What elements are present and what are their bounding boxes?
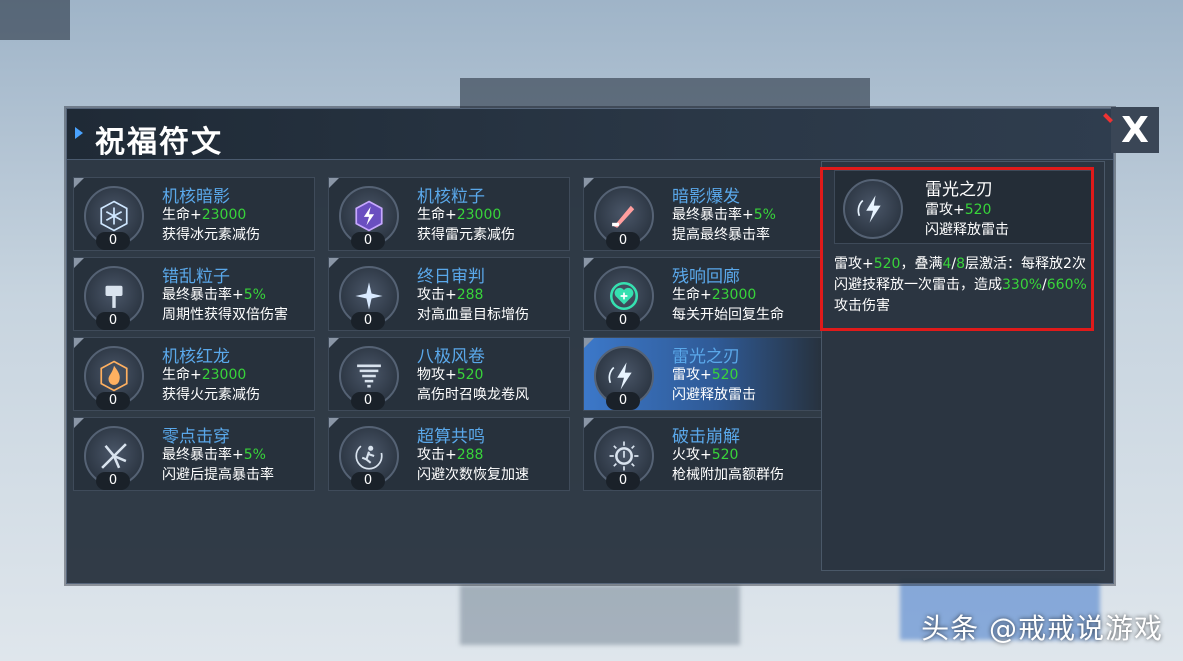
rune-stat-value: 520 bbox=[711, 367, 739, 383]
rune-card[interactable]: 0 零点击穿 最终暴击率+5% 闪避后提高暴击率 bbox=[73, 417, 315, 491]
card-corner-mark bbox=[584, 338, 594, 348]
rune-effect: 周期性获得双倍伤害 bbox=[162, 307, 288, 323]
rune-stat-line: 最终暴击率+5% bbox=[672, 204, 776, 224]
rune-effect: 闪避次数恢复加速 bbox=[417, 467, 529, 483]
card-corner-mark bbox=[74, 338, 84, 348]
rune-stat-label: 最终暴击率+ bbox=[162, 447, 244, 463]
rune-card[interactable]: 0 雷光之刃 雷攻+520 闪避释放雷击 bbox=[583, 337, 825, 411]
card-corner-mark bbox=[74, 178, 84, 188]
rune-stat-line: 最终暴击率+5% bbox=[162, 444, 266, 464]
rune-stat-line: 攻击+288 bbox=[417, 284, 483, 304]
rune-card[interactable]: 0 八极风卷 物攻+520 高伤时召唤龙卷风 bbox=[328, 337, 570, 411]
rune-card[interactable]: 0 终日审判 攻击+288 对高血量目标增伤 bbox=[328, 257, 570, 331]
panel-title-bar: 祝福符文 bbox=[67, 109, 1113, 160]
rune-stat-value: 23000 bbox=[456, 207, 502, 223]
rune-stat-line: 生命+23000 bbox=[417, 204, 501, 224]
card-corner-mark bbox=[584, 178, 594, 188]
rune-stat-value: 23000 bbox=[201, 367, 247, 383]
rune-stat-line: 最终暴击率+5% bbox=[162, 284, 266, 304]
rune-card[interactable]: 0 机核粒子 生命+23000 获得雷元素减伤 bbox=[328, 177, 570, 251]
rune-stat-label: 生命+ bbox=[672, 287, 712, 303]
rune-stat-label: 物攻+ bbox=[417, 367, 457, 383]
rune-stat-label: 生命+ bbox=[162, 207, 202, 223]
panel-title: 祝福符文 bbox=[95, 125, 223, 160]
rune-stat-label: 生命+ bbox=[162, 367, 202, 383]
rune-count: 0 bbox=[96, 472, 130, 490]
rune-card[interactable]: 0 机核红龙 生命+23000 获得火元素减伤 bbox=[73, 337, 315, 411]
rune-effect: 枪械附加高额群伤 bbox=[672, 467, 784, 483]
rune-stat-line: 生命+23000 bbox=[162, 364, 246, 384]
card-corner-mark bbox=[329, 178, 339, 188]
rune-stat-value: 288 bbox=[456, 287, 484, 303]
rune-count: 0 bbox=[96, 392, 130, 410]
rune-stat-value: 5 bbox=[243, 447, 253, 463]
rune-effect: 高伤时召唤龙卷风 bbox=[417, 387, 529, 403]
rune-stat-label: 生命+ bbox=[417, 207, 457, 223]
card-corner-mark bbox=[74, 258, 84, 268]
rune-stat-value: 23000 bbox=[711, 287, 757, 303]
rune-stat-value: 23000 bbox=[201, 207, 247, 223]
rune-count: 0 bbox=[351, 312, 385, 330]
rune-stat-label: 最终暴击率+ bbox=[672, 207, 754, 223]
rune-count: 0 bbox=[96, 312, 130, 330]
background-top-banner bbox=[0, 0, 70, 40]
rune-stat-value: 520 bbox=[711, 447, 739, 463]
rune-card[interactable]: 0 错乱粒子 最终暴击率+5% 周期性获得双倍伤害 bbox=[73, 257, 315, 331]
rune-count: 0 bbox=[96, 232, 130, 250]
rune-effect: 获得雷元素减伤 bbox=[417, 227, 515, 243]
rune-effect: 每关开始回复生命 bbox=[672, 307, 784, 323]
rune-card[interactable]: 0 破击崩解 火攻+520 枪械附加高额群伤 bbox=[583, 417, 825, 491]
blessing-rune-panel: 祝福符文 X 0 机核暗影 生命+23000 获得冰元素减伤 0 机核粒子 生命… bbox=[66, 107, 1159, 584]
card-corner-mark bbox=[329, 418, 339, 428]
rune-count: 0 bbox=[351, 232, 385, 250]
highlight-frame bbox=[820, 167, 1094, 331]
close-button[interactable]: X bbox=[1111, 107, 1159, 153]
rune-count: 0 bbox=[606, 312, 640, 330]
rune-count: 0 bbox=[606, 232, 640, 250]
rune-stat-line: 物攻+520 bbox=[417, 364, 483, 384]
rune-card[interactable]: 0 残响回廊 生命+23000 每关开始回复生命 bbox=[583, 257, 825, 331]
rune-stat-line: 火攻+520 bbox=[672, 444, 738, 464]
rune-stat-suffix: % bbox=[252, 287, 266, 303]
rune-card[interactable]: 0 暗影爆发 最终暴击率+5% 提高最终暴击率 bbox=[583, 177, 825, 251]
rune-stat-line: 生命+23000 bbox=[672, 284, 756, 304]
rune-card[interactable]: 0 超算共鸣 攻击+288 闪避次数恢复加速 bbox=[328, 417, 570, 491]
rune-stat-line: 雷攻+520 bbox=[672, 364, 738, 384]
rune-stat-label: 火攻+ bbox=[672, 447, 712, 463]
rune-stat-value: 5 bbox=[243, 287, 253, 303]
card-corner-mark bbox=[329, 338, 339, 348]
rune-count: 0 bbox=[351, 392, 385, 410]
card-corner-mark bbox=[329, 258, 339, 268]
rune-count: 0 bbox=[606, 472, 640, 490]
close-x-icon[interactable]: X bbox=[1121, 110, 1149, 151]
rune-stat-value: 5 bbox=[753, 207, 763, 223]
title-arrow-icon bbox=[75, 127, 83, 139]
rune-count: 0 bbox=[606, 392, 640, 410]
rune-stat-line: 生命+23000 bbox=[162, 204, 246, 224]
rune-stat-label: 攻击+ bbox=[417, 287, 457, 303]
rune-effect: 提高最终暴击率 bbox=[672, 227, 770, 243]
background-bottom-buttons bbox=[460, 585, 740, 645]
rune-count: 0 bbox=[351, 472, 385, 490]
rune-effect: 闪避释放雷击 bbox=[672, 387, 756, 403]
rune-stat-suffix: % bbox=[252, 447, 266, 463]
rune-stat-line: 攻击+288 bbox=[417, 444, 483, 464]
card-corner-mark bbox=[584, 418, 594, 428]
card-corner-mark bbox=[74, 418, 84, 428]
watermark: 头条 @戒戒说游戏 bbox=[921, 612, 1163, 645]
rune-card[interactable]: 0 机核暗影 生命+23000 获得冰元素减伤 bbox=[73, 177, 315, 251]
rune-stat-label: 雷攻+ bbox=[672, 367, 712, 383]
rune-effect: 获得火元素减伤 bbox=[162, 387, 260, 403]
rune-stat-label: 攻击+ bbox=[417, 447, 457, 463]
rune-effect: 获得冰元素减伤 bbox=[162, 227, 260, 243]
card-corner-mark bbox=[584, 258, 594, 268]
rune-stat-label: 最终暴击率+ bbox=[162, 287, 244, 303]
rune-stat-suffix: % bbox=[762, 207, 776, 223]
rune-effect: 对高血量目标增伤 bbox=[417, 307, 529, 323]
rune-stat-value: 288 bbox=[456, 447, 484, 463]
rune-effect: 闪避后提高暴击率 bbox=[162, 467, 274, 483]
rune-stat-value: 520 bbox=[456, 367, 484, 383]
